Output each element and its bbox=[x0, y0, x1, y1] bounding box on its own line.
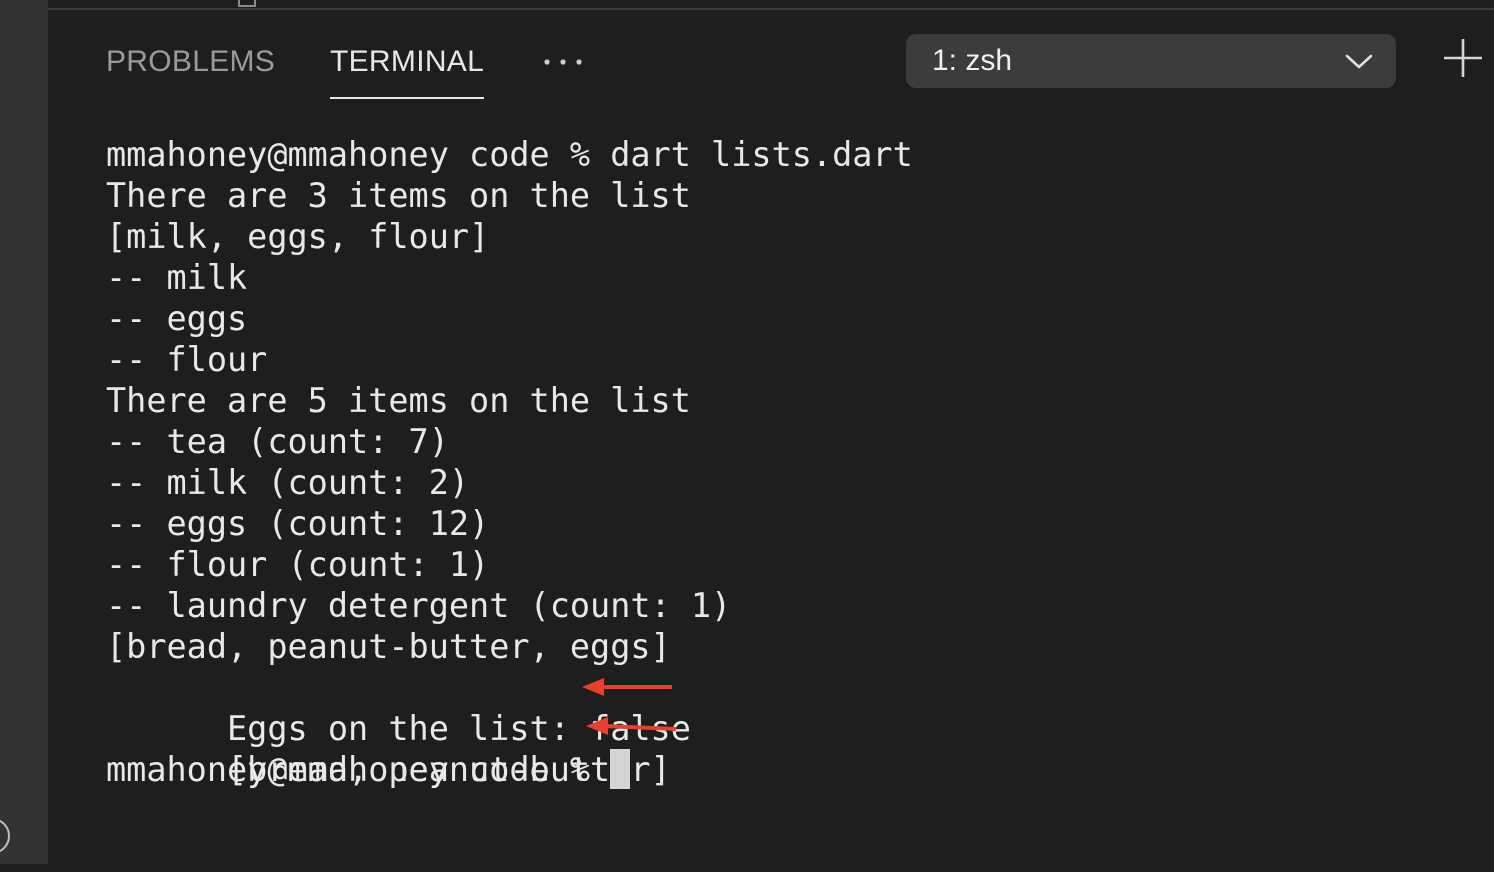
terminal-line: [bread, peanut-butter, eggs] bbox=[106, 627, 671, 666]
terminal-prompt: mmahoney@mmahoney code % bbox=[106, 750, 611, 789]
terminal-panel: PROBLEMS TERMINAL 1: zsh mmahoney@mmahon… bbox=[48, 10, 1494, 864]
terminal-line: -- eggs bbox=[106, 299, 248, 338]
terminal-cursor bbox=[610, 749, 631, 789]
terminal-output[interactable]: mmahoney@mmahoney code % dart lists.dart… bbox=[106, 134, 1466, 834]
accounts-icon[interactable] bbox=[0, 818, 10, 854]
activity-bar bbox=[0, 0, 48, 864]
terminal-prompt-line: mmahoney@mmahoney code % bbox=[106, 749, 1466, 790]
terminal-line: -- tea (count: 7) bbox=[106, 422, 449, 461]
terminal-line: [bread, peanut-butter] bbox=[106, 708, 1466, 789]
terminal-line: Eggs on the list: false bbox=[106, 667, 1466, 748]
terminal-shell-select[interactable]: 1: zsh bbox=[906, 34, 1396, 88]
active-tab-indicator bbox=[330, 97, 484, 99]
chevron-down-icon bbox=[1345, 54, 1373, 69]
terminal-line: -- milk bbox=[106, 258, 248, 297]
tab-problems[interactable]: PROBLEMS bbox=[106, 44, 275, 80]
sash-handle-icon bbox=[238, 0, 256, 7]
terminal-line: There are 3 items on the list bbox=[106, 176, 691, 215]
terminal-line: -- milk (count: 2) bbox=[106, 463, 470, 502]
terminal-line: -- flour bbox=[106, 340, 268, 379]
terminal-line: -- eggs (count: 12) bbox=[106, 504, 490, 543]
shell-select-value: 1: zsh bbox=[932, 44, 1013, 77]
terminal-line: There are 5 items on the list bbox=[106, 381, 691, 420]
ellipsis-icon[interactable] bbox=[538, 36, 588, 86]
terminal-line: -- flour (count: 1) bbox=[106, 545, 490, 584]
tab-terminal[interactable]: TERMINAL bbox=[330, 44, 484, 80]
terminal-line: [milk, eggs, flour] bbox=[106, 217, 490, 256]
terminal-line: -- laundry detergent (count: 1) bbox=[106, 586, 732, 625]
annotation-arrow-icon bbox=[582, 678, 672, 696]
terminal-line: mmahoney@mmahoney code % dart lists.dart bbox=[106, 135, 913, 174]
plus-icon[interactable] bbox=[1442, 37, 1484, 79]
annotation-arrow-icon bbox=[586, 717, 677, 735]
